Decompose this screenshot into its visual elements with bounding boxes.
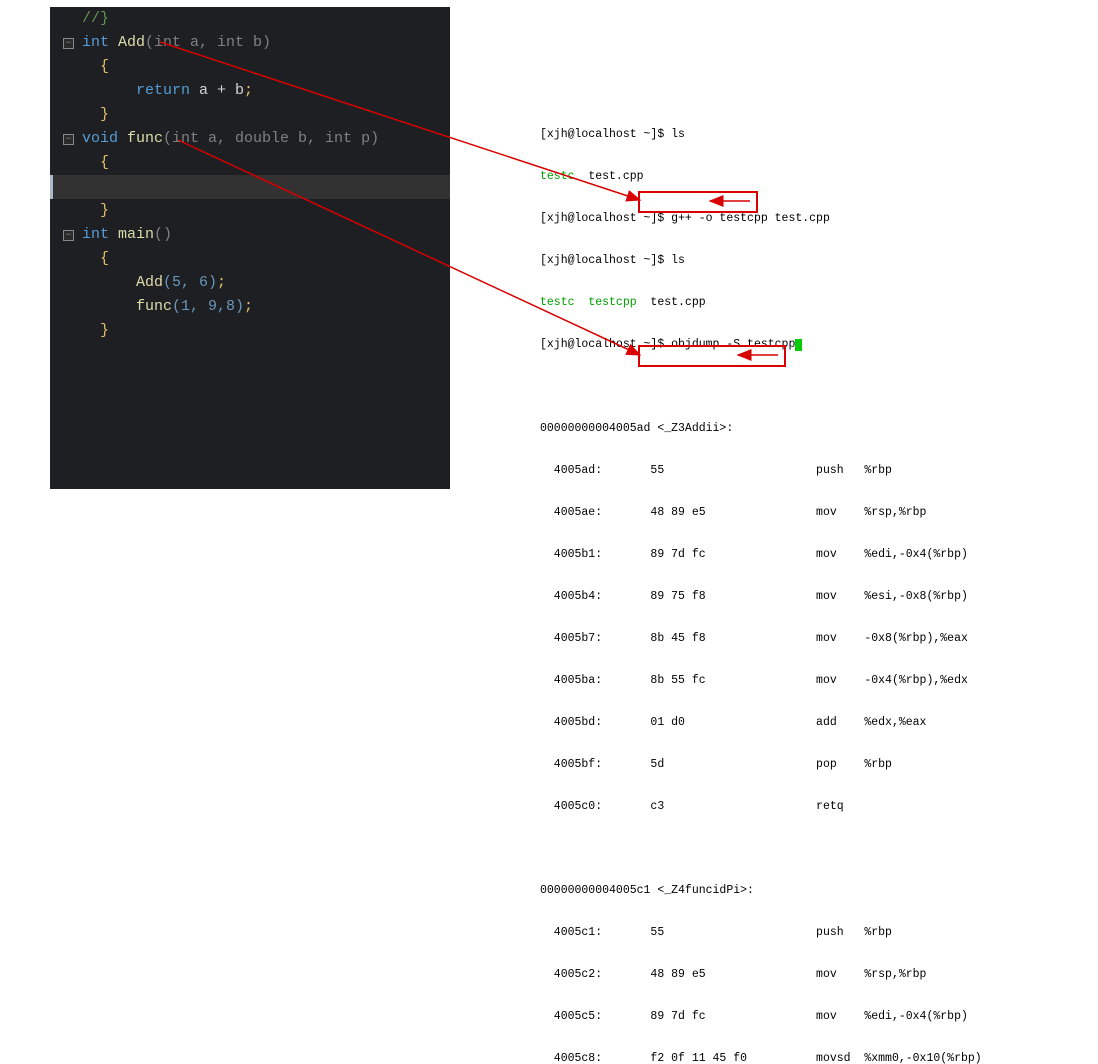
code-line: //} bbox=[50, 7, 450, 31]
fold-icon[interactable]: − bbox=[63, 134, 74, 145]
terminal-line: [xjh@localhost ~]$ g++ -o testcpp test.c… bbox=[540, 212, 1070, 226]
code-line-current bbox=[50, 175, 450, 199]
code-line: − void func(int a, double b, int p) bbox=[50, 127, 450, 151]
terminal-blank bbox=[540, 380, 1070, 394]
asm-line: 00000000004005c1 <_Z4funcidPi>: bbox=[540, 884, 1070, 898]
code-line: { bbox=[50, 55, 450, 79]
fold-icon[interactable]: − bbox=[63, 38, 74, 49]
terminal-line: [xjh@localhost ~]$ ls bbox=[540, 254, 1070, 268]
code-line: } bbox=[50, 319, 450, 343]
code-line: { bbox=[50, 247, 450, 271]
comment-text: //} bbox=[82, 10, 109, 27]
asm-line: 00000000004005ad <_Z3Addii>: bbox=[540, 422, 1070, 436]
asm-line: 4005c0: c3 retq bbox=[540, 800, 1070, 814]
asm-line: 4005c8: f2 0f 11 45 f0 movsd %xmm0,-0x10… bbox=[540, 1052, 1070, 1064]
asm-line: 4005bf: 5d pop %rbp bbox=[540, 758, 1070, 772]
asm-line: 4005c1: 55 push %rbp bbox=[540, 926, 1070, 940]
cursor-icon bbox=[795, 339, 802, 351]
code-line: func(1, 9,8); bbox=[50, 295, 450, 319]
terminal-output[interactable]: [xjh@localhost ~]$ ls testc test.cpp [xj… bbox=[540, 100, 1070, 1064]
code-line: } bbox=[50, 199, 450, 223]
fold-icon[interactable]: − bbox=[63, 230, 74, 241]
terminal-blank bbox=[540, 842, 1070, 856]
asm-line: 4005ae: 48 89 e5 mov %rsp,%rbp bbox=[540, 506, 1070, 520]
asm-line: 4005ba: 8b 55 fc mov -0x4(%rbp),%edx bbox=[540, 674, 1070, 688]
asm-line: 4005bd: 01 d0 add %edx,%eax bbox=[540, 716, 1070, 730]
asm-line: 4005c2: 48 89 e5 mov %rsp,%rbp bbox=[540, 968, 1070, 982]
asm-line: 4005b7: 8b 45 f8 mov -0x8(%rbp),%eax bbox=[540, 632, 1070, 646]
asm-line: 4005b4: 89 75 f8 mov %esi,-0x8(%rbp) bbox=[540, 590, 1070, 604]
code-line: Add(5, 6); bbox=[50, 271, 450, 295]
asm-line: 4005ad: 55 push %rbp bbox=[540, 464, 1070, 478]
code-editor[interactable]: //} − int Add(int a, int b) { return a +… bbox=[50, 7, 450, 489]
terminal-line: testc testcpp test.cpp bbox=[540, 296, 1070, 310]
code-line: − int main() bbox=[50, 223, 450, 247]
code-line: } bbox=[50, 103, 450, 127]
asm-line: 4005c5: 89 7d fc mov %edi,-0x4(%rbp) bbox=[540, 1010, 1070, 1024]
terminal-line: [xjh@localhost ~]$ objdump -S testcpp bbox=[540, 338, 1070, 352]
code-line: return a + b; bbox=[50, 79, 450, 103]
code-line: { bbox=[50, 151, 450, 175]
terminal-line: testc test.cpp bbox=[540, 170, 1070, 184]
asm-line: 4005b1: 89 7d fc mov %edi,-0x4(%rbp) bbox=[540, 548, 1070, 562]
code-line: − int Add(int a, int b) bbox=[50, 31, 450, 55]
terminal-line: [xjh@localhost ~]$ ls bbox=[540, 128, 1070, 142]
